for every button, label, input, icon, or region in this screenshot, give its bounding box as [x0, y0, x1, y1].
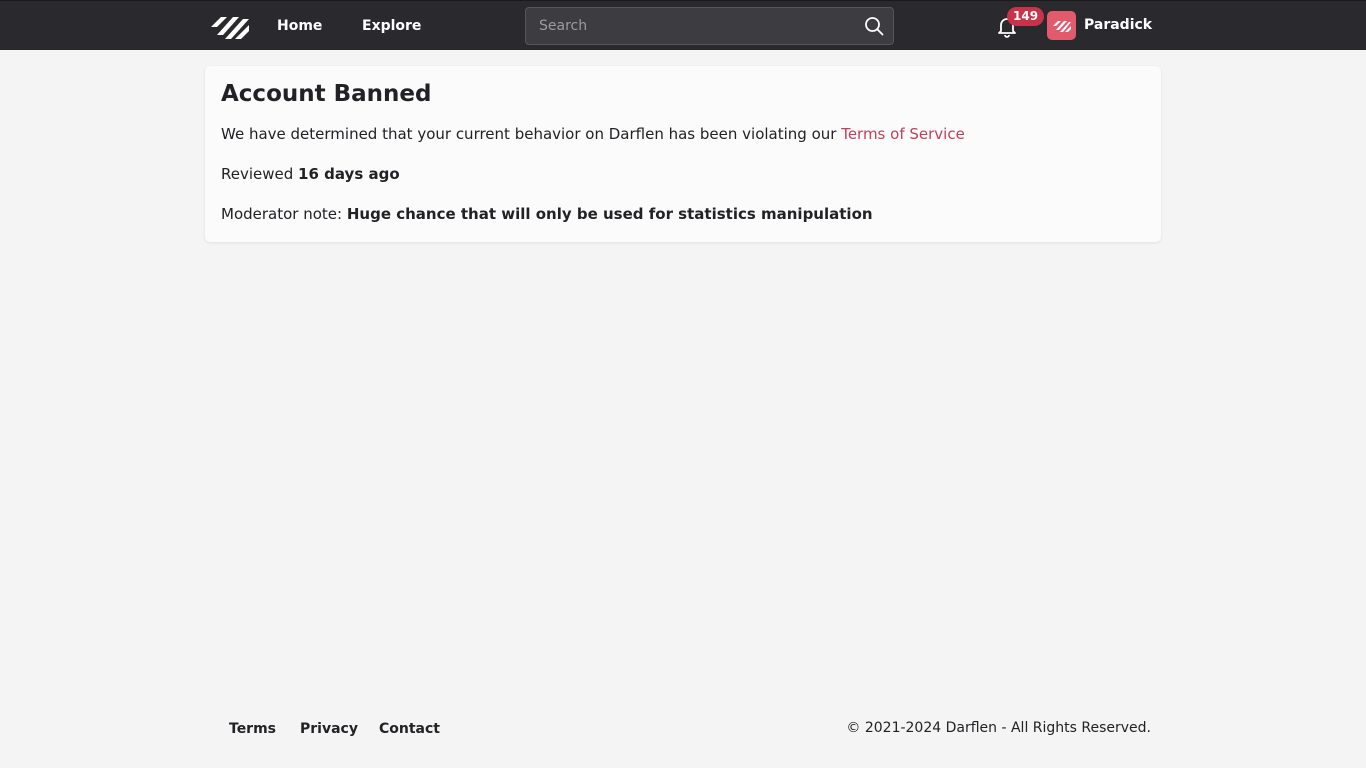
- username: Paradick: [1084, 17, 1153, 33]
- avatar: [1047, 11, 1076, 40]
- ban-notice-card: Account Banned We have determined that y…: [205, 66, 1161, 242]
- ban-message-text: We have determined that your current beh…: [221, 125, 842, 143]
- reviewed-label: Reviewed: [221, 165, 299, 183]
- copyright-text: © 2021-2024 Darflen - All Rights Reserve…: [846, 720, 1151, 736]
- terms-of-service-link[interactable]: Terms of Service: [841, 125, 965, 143]
- nav-explore-link[interactable]: Explore: [362, 15, 421, 37]
- moderator-note: Moderator note: Huge chance that will on…: [221, 203, 873, 225]
- footer-terms-link[interactable]: Terms: [229, 718, 276, 740]
- avatar-logo-icon: [1053, 21, 1071, 32]
- footer-privacy-link[interactable]: Privacy: [300, 718, 358, 740]
- ban-message: We have determined that your current beh…: [221, 123, 965, 145]
- nav-home-link[interactable]: Home: [277, 15, 322, 37]
- notification-count-badge[interactable]: 149: [1007, 7, 1045, 26]
- footer-contact-link[interactable]: Contact: [379, 718, 440, 740]
- moderator-note-value: Huge chance that will only be used for s…: [346, 205, 873, 223]
- review-info: Reviewed 16 days ago: [221, 163, 400, 185]
- reviewed-value: 16 days ago: [298, 165, 400, 183]
- darflen-logo-icon[interactable]: [209, 11, 251, 41]
- top-navigation-bar: Home Explore 149: [0, 0, 1366, 50]
- moderator-note-label: Moderator note:: [221, 205, 347, 223]
- search-icon[interactable]: [864, 16, 884, 36]
- page-title: Account Banned: [221, 81, 432, 107]
- search-input[interactable]: [526, 8, 856, 44]
- search-box: [525, 7, 894, 45]
